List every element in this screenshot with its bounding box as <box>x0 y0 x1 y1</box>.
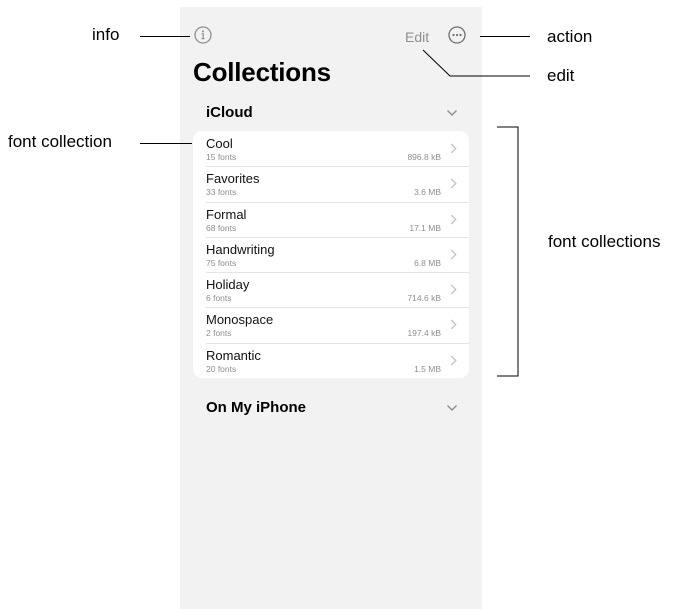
collection-row[interactable]: Holiday 6 fonts 714.6 kB <box>193 272 469 307</box>
collection-size: 3.6 MB <box>414 187 441 198</box>
collection-row[interactable]: Favorites 33 fonts 3.6 MB <box>193 166 469 201</box>
section-title: iCloud <box>206 104 253 121</box>
chevron-right-icon <box>450 143 457 154</box>
info-circle-icon <box>194 26 212 44</box>
callout-bracket-font-collections <box>497 126 519 377</box>
edit-button[interactable]: Edit <box>405 29 429 45</box>
collection-font-count: 75 fonts <box>206 257 237 268</box>
collection-font-count: 68 fonts <box>206 222 237 233</box>
section-header-icloud[interactable]: iCloud <box>206 104 458 121</box>
collection-row[interactable]: Cool 15 fonts 896.8 kB <box>193 131 469 166</box>
callout-font-collection: font collection <box>8 132 112 151</box>
collection-size: 1.5 MB <box>414 363 441 374</box>
diagram-stage: Edit Collections iCloud Cool 15 fonts 89… <box>0 0 674 609</box>
callout-font-collections: font collections <box>548 232 661 251</box>
collections-screen: Edit Collections iCloud Cool 15 fonts 89… <box>180 7 482 609</box>
page-title: Collections <box>193 57 331 87</box>
collection-font-count: 20 fonts <box>206 363 237 374</box>
collection-font-count: 6 fonts <box>206 293 232 304</box>
callout-line-edit <box>422 49 530 77</box>
callout-edit: edit <box>547 66 575 85</box>
collection-name: Romantic <box>206 347 261 363</box>
collection-row[interactable]: Handwriting 75 fonts 6.8 MB <box>193 236 469 272</box>
collection-size: 896.8 kB <box>407 152 441 162</box>
collection-size: 17.1 MB <box>409 222 441 233</box>
chevron-down-icon <box>446 404 458 412</box>
collection-row[interactable]: Formal 68 fonts 17.1 MB <box>193 201 469 237</box>
collection-size: 714.6 kB <box>407 293 441 304</box>
chevron-right-icon <box>450 355 457 366</box>
callout-line-action <box>480 36 530 37</box>
chevron-right-icon <box>450 284 457 295</box>
ellipsis-circle-icon <box>448 26 466 44</box>
callout-info: info <box>92 25 120 44</box>
collection-font-count: 15 fonts <box>206 152 237 162</box>
chevron-right-icon <box>450 319 457 330</box>
chevron-right-icon <box>450 214 457 225</box>
callout-line-font-collection <box>140 143 192 144</box>
callout-line-info <box>140 36 190 37</box>
collection-name: Cool <box>206 136 233 151</box>
collection-name: Handwriting <box>206 241 275 257</box>
chevron-right-icon <box>450 178 457 189</box>
collection-name: Favorites <box>206 171 260 187</box>
collection-size: 6.8 MB <box>414 257 441 268</box>
chevron-down-icon <box>446 109 458 117</box>
collection-row[interactable]: Monospace 2 fonts 197.4 kB <box>193 307 469 342</box>
info-button[interactable] <box>194 26 212 44</box>
section-title: On My iPhone <box>206 399 307 416</box>
collection-name: Holiday <box>206 277 250 293</box>
collection-font-count: 33 fonts <box>206 187 237 198</box>
collection-row[interactable]: Romantic 20 fonts 1.5 MB <box>193 342 469 378</box>
collection-font-count: 2 fonts <box>206 328 232 339</box>
action-button[interactable] <box>448 26 466 44</box>
collection-name: Formal <box>206 206 247 222</box>
callout-action: action <box>547 27 593 46</box>
collection-name: Monospace <box>206 312 274 328</box>
section-header-on-my-iphone[interactable]: On My iPhone <box>206 399 458 416</box>
collection-size: 197.4 kB <box>407 328 441 339</box>
collections-list: Cool 15 fonts 896.8 kB Favorites 33 font… <box>193 131 469 378</box>
chevron-right-icon <box>450 249 457 260</box>
